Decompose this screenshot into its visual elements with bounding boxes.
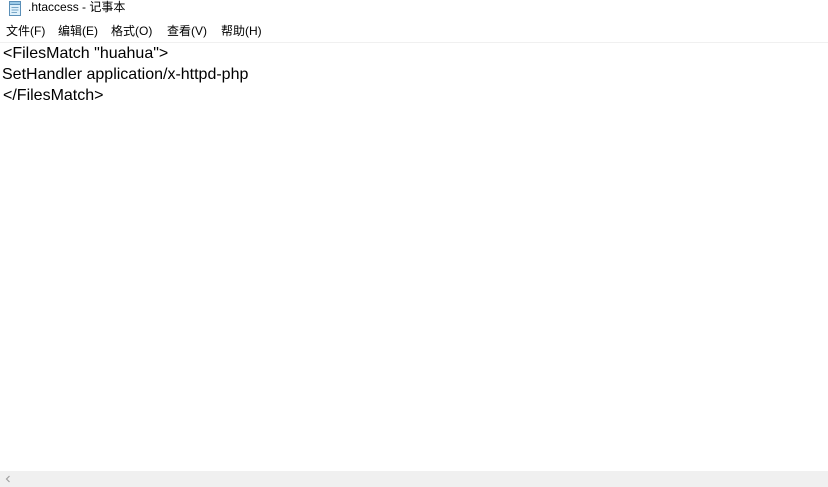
window-title: .htaccess - 记事本	[28, 0, 126, 14]
menu-help[interactable]: 帮助(H)	[221, 23, 262, 39]
editor-line-2[interactable]: SetHandler application/x-httpd-php	[2, 64, 248, 85]
editor-line-1[interactable]: <FilesMatch "huahua">	[3, 43, 168, 64]
menu-edit[interactable]: 编辑(E)	[58, 23, 98, 39]
menu-file[interactable]: 文件(F)	[6, 23, 45, 39]
horizontal-scrollbar[interactable]	[0, 471, 828, 487]
menu-format[interactable]: 格式(O)	[111, 23, 152, 39]
editor-line-3[interactable]: </FilesMatch>	[3, 85, 103, 106]
notepad-window: .htaccess - 记事本 文件(F) 编辑(E) 格式(O) 查看(V) …	[0, 0, 828, 487]
notepad-icon	[8, 1, 22, 16]
menu-view[interactable]: 查看(V)	[167, 23, 207, 39]
menu-bar: 文件(F) 编辑(E) 格式(O) 查看(V) 帮助(H)	[0, 20, 828, 43]
text-editor-area[interactable]: <FilesMatch "huahua"> SetHandler applica…	[0, 43, 828, 471]
chevron-left-icon[interactable]	[0, 471, 16, 487]
title-bar[interactable]: .htaccess - 记事本	[0, 0, 828, 19]
